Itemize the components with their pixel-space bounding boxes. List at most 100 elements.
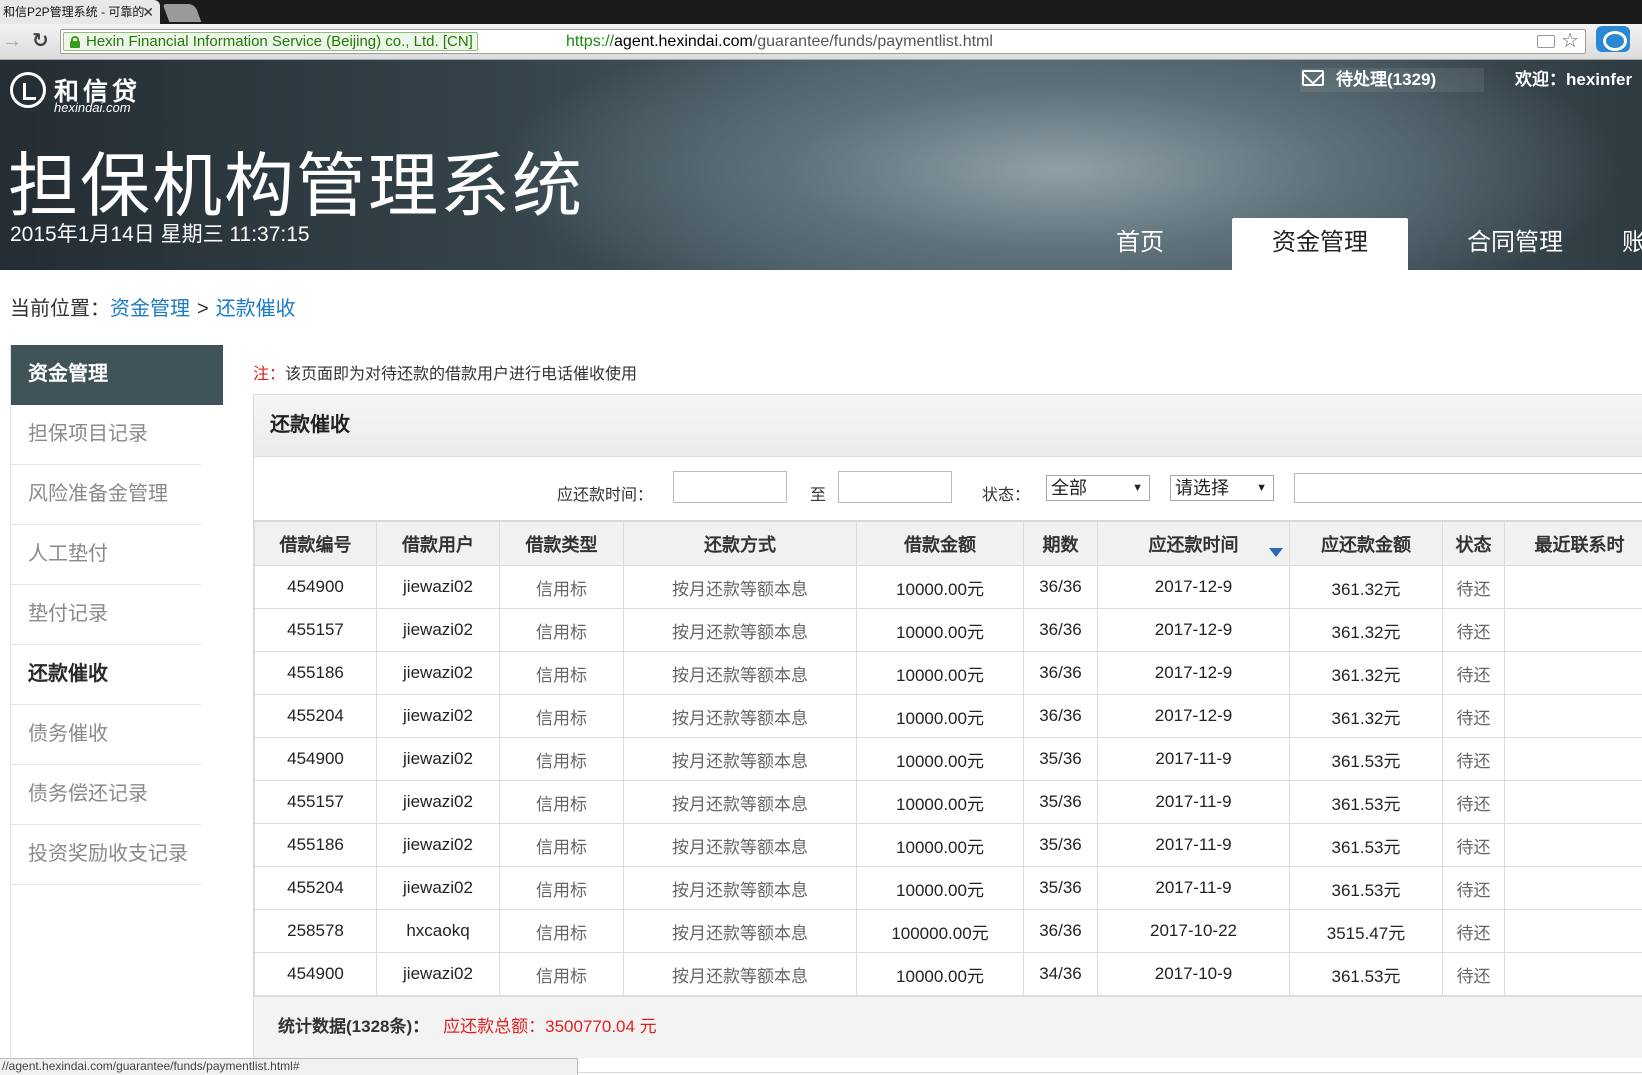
period-cell: 36/36 [1024, 652, 1098, 695]
repay-method-cell: 按月还款等额本息 [624, 609, 857, 652]
status-label: 状态： [982, 481, 1030, 505]
page-note: 注：该页面即为对待还款的借款用户进行电话催收使用 [253, 360, 637, 384]
nav-tab-home[interactable]: 首页 [1090, 218, 1190, 270]
column-header[interactable]: 应还款金额 [1290, 522, 1443, 566]
extension-icon[interactable] [1596, 26, 1630, 52]
column-header[interactable]: 借款用户 [377, 522, 500, 566]
ev-org-name: Hexin Financial Information Service (Bei… [86, 33, 473, 50]
due-date-cell: 2017-11-9 [1098, 824, 1290, 867]
borrower-cell: jiewazi02 [377, 867, 500, 910]
close-icon[interactable]: ✕ [142, 0, 154, 24]
table-row[interactable]: 455204jiewazi02信用标按月还款等额本息10000.00元36/36… [255, 695, 1642, 738]
repay-method-cell: 按月还款等额本息 [624, 867, 857, 910]
column-header[interactable]: 借款类型 [500, 522, 624, 566]
breadcrumb-funds-link[interactable]: 资金管理 [110, 298, 190, 320]
loan-amount-cell: 100000.00元 [857, 910, 1024, 953]
back-arrow-icon[interactable]: → [2, 30, 22, 52]
column-header[interactable]: 借款金额 [857, 522, 1024, 566]
summary-bar: 统计数据(1328条)：应还款总额：3500770.04 元 [254, 996, 1642, 1058]
table-row[interactable]: 455186jiewazi02信用标按月还款等额本息10000.00元36/36… [255, 652, 1642, 695]
breadcrumb-repayment-link[interactable]: 还款催收 [216, 298, 296, 320]
logo-subtitle: hexindai.com [54, 100, 131, 115]
loan-amount-cell: 10000.00元 [857, 609, 1024, 652]
loan-amount-cell: 10000.00元 [857, 867, 1024, 910]
status-cell: 待还 [1443, 566, 1505, 609]
status-select[interactable]: 全部▼ [1046, 475, 1150, 501]
loan-amount-cell: 10000.00元 [857, 695, 1024, 738]
sidebar-item-advance-records[interactable]: 垫付记录 [11, 585, 201, 645]
browser-tab-strip: 和信P2P管理系统 - 可靠的 ✕ [0, 0, 1642, 24]
reload-icon[interactable]: ↻ [32, 30, 49, 52]
sidebar-item-debt-collection[interactable]: 债务催收 [11, 705, 201, 765]
lock-icon [70, 36, 80, 47]
url-text[interactable]: https://agent.hexindai.com/guarantee/fun… [566, 30, 993, 53]
last-contact-cell [1505, 781, 1642, 824]
due-time-end-input[interactable] [838, 471, 952, 503]
sidebar-item-guarantee-records[interactable]: 担保项目记录 [11, 405, 201, 465]
table-row[interactable]: 455186jiewazi02信用标按月还款等额本息10000.00元35/36… [255, 824, 1642, 867]
pending-tasks-link[interactable]: 待处理(1329) [1300, 68, 1484, 92]
nav-tab-funds[interactable]: 资金管理 [1232, 218, 1408, 270]
loan-type-cell: 信用标 [500, 738, 624, 781]
bookmark-star-icon[interactable]: ☆ [1561, 30, 1579, 53]
table-body: 454900jiewazi02信用标按月还款等额本息10000.00元36/36… [255, 566, 1642, 996]
sidebar-item-manual-advance[interactable]: 人工垫付 [11, 525, 201, 585]
sidebar-item-risk-reserve[interactable]: 风险准备金管理 [11, 465, 201, 525]
table-row[interactable]: 258578hxcaokq信用标按月还款等额本息100000.00元36/362… [255, 910, 1642, 953]
table-row[interactable]: 454900jiewazi02信用标按月还款等额本息10000.00元36/36… [255, 566, 1642, 609]
loan-id-cell: 455204 [255, 867, 377, 910]
status-cell: 待还 [1443, 738, 1505, 781]
sidebar-item-repayment-collection[interactable]: 还款催收 [11, 645, 201, 705]
dropdown-caret-icon: ▼ [1256, 476, 1267, 500]
due-amount-cell: 361.53元 [1290, 867, 1443, 910]
due-amount-cell: 3515.47元 [1290, 910, 1443, 953]
column-header[interactable]: 借款编号 [255, 522, 377, 566]
new-tab-button[interactable] [163, 4, 202, 22]
table-row[interactable]: 455157jiewazi02信用标按月还款等额本息10000.00元36/36… [255, 609, 1642, 652]
loan-id-cell: 455186 [255, 824, 377, 867]
sort-desc-icon[interactable] [1269, 548, 1283, 557]
last-contact-cell [1505, 867, 1642, 910]
table-row[interactable]: 455157jiewazi02信用标按月还款等额本息10000.00元35/36… [255, 781, 1642, 824]
table-row[interactable]: 454900jiewazi02信用标按月还款等额本息10000.00元34/36… [255, 953, 1642, 996]
welcome-user[interactable]: 欢迎：hexinfer [1515, 68, 1632, 92]
page-action-icon[interactable] [1537, 35, 1555, 48]
loan-type-cell: 信用标 [500, 867, 624, 910]
sidebar-item-investment-reward-records[interactable]: 投资奖励收支记录 [11, 825, 201, 885]
url-path: /guarantee/funds/paymentlist.html [753, 33, 993, 50]
loan-type-cell: 信用标 [500, 953, 624, 996]
note-text: 该页面即为对待还款的借款用户进行电话催收使用 [285, 366, 637, 383]
table-row[interactable]: 455204jiewazi02信用标按月还款等额本息10000.00元35/36… [255, 867, 1642, 910]
column-header-sortable[interactable]: 应还款时间 [1098, 522, 1290, 566]
loan-type-cell: 信用标 [500, 824, 624, 867]
status-cell: 待还 [1443, 953, 1505, 996]
due-date-cell: 2017-12-9 [1098, 652, 1290, 695]
due-date-cell: 2017-12-9 [1098, 695, 1290, 738]
search-input[interactable] [1294, 473, 1642, 503]
repay-method-cell: 按月还款等额本息 [624, 738, 857, 781]
column-header[interactable]: 状态 [1443, 522, 1505, 566]
column-header[interactable]: 最近联系时 [1505, 522, 1642, 566]
due-time-start-input[interactable] [673, 471, 787, 503]
nav-tab-account[interactable]: 账 [1620, 218, 1642, 270]
sidebar-item-debt-repayment-records[interactable]: 债务偿还记录 [11, 765, 201, 825]
address-bar[interactable]: Hexin Financial Information Service (Bei… [60, 29, 1586, 54]
repay-method-cell: 按月还款等额本息 [624, 953, 857, 996]
last-contact-cell [1505, 609, 1642, 652]
table-row[interactable]: 454900jiewazi02信用标按月还款等额本息10000.00元35/36… [255, 738, 1642, 781]
loan-type-cell: 信用标 [500, 781, 624, 824]
due-amount-cell: 361.53元 [1290, 824, 1443, 867]
due-amount-cell: 361.32元 [1290, 652, 1443, 695]
column-header[interactable]: 期数 [1024, 522, 1098, 566]
last-contact-cell [1505, 695, 1642, 738]
dropdown-caret-icon: ▼ [1132, 476, 1143, 500]
table-header-row: 借款编号 借款用户 借款类型 还款方式 借款金额 期数 应还款时间 应还款金额 … [255, 522, 1642, 566]
nav-tab-contract[interactable]: 合同管理 [1440, 218, 1590, 270]
current-datetime: 2015年1月14日 星期三 11:37:15 [10, 218, 310, 248]
ev-certificate-badge[interactable]: Hexin Financial Information Service (Bei… [63, 32, 478, 51]
to-label: 至 [810, 481, 826, 505]
browser-tab[interactable]: 和信P2P管理系统 - 可靠的 ✕ [0, 0, 160, 24]
repay-method-cell: 按月还款等额本息 [624, 910, 857, 953]
type-select[interactable]: 请选择▼ [1170, 475, 1274, 501]
column-header[interactable]: 还款方式 [624, 522, 857, 566]
